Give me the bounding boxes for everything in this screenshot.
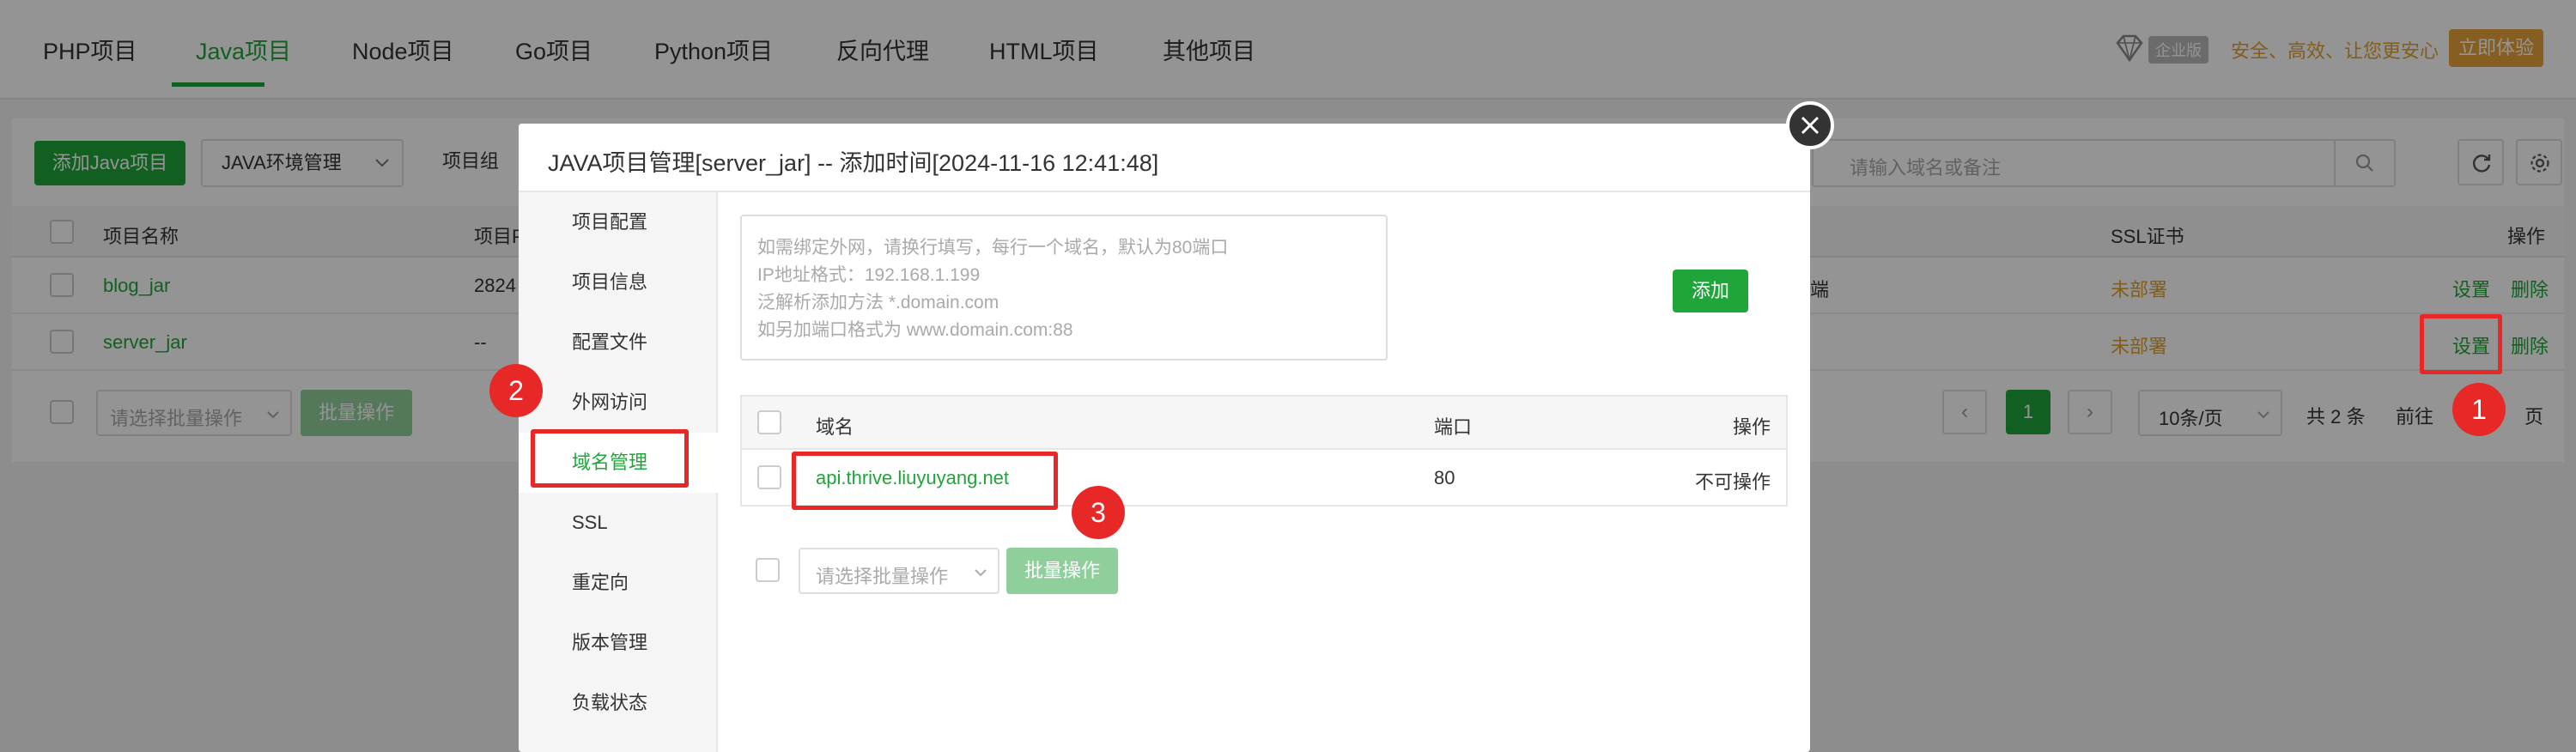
- column-header-domain: 域名: [816, 416, 854, 438]
- modal-batch-checkbox[interactable]: [756, 558, 780, 582]
- domain-action-status: 不可操作: [1695, 471, 1771, 493]
- highlight-settings-link: [2420, 314, 2502, 374]
- highlight-domain-link: [792, 452, 1058, 510]
- add-domain-button[interactable]: 添加: [1673, 270, 1748, 312]
- side-item-project-config[interactable]: 项目配置: [519, 192, 718, 252]
- textarea-placeholder-line: 如需绑定外网，请换行填写，每行一个域名，默认为80端口: [757, 238, 1229, 258]
- close-icon: [1801, 116, 1820, 135]
- side-item-load-status[interactable]: 负载状态: [519, 673, 718, 733]
- modal-title: JAVA项目管理[server_jar] -- 添加时间[2024-11-16 …: [548, 150, 1159, 176]
- step-badge-2: 2: [489, 364, 543, 417]
- domain-port: 80: [1434, 467, 1455, 488]
- modal-close-button[interactable]: [1786, 101, 1834, 149]
- textarea-placeholder-line: 如另加端口格式为 www.domain.com:88: [757, 320, 1073, 340]
- side-item-version-manage[interactable]: 版本管理: [519, 613, 718, 673]
- side-item-project-info[interactable]: 项目信息: [519, 252, 718, 312]
- java-project-manage-modal: JAVA项目管理[server_jar] -- 添加时间[2024-11-16 …: [519, 124, 1810, 752]
- side-item-redirect[interactable]: 重定向: [519, 553, 718, 613]
- step-badge-1: 1: [2452, 383, 2506, 436]
- side-item-ssl[interactable]: SSL: [519, 493, 718, 553]
- side-item-external-access[interactable]: 外网访问: [519, 373, 718, 433]
- column-header-port: 端口: [1434, 416, 1473, 438]
- domain-table-header: 域名 端口 操作: [740, 395, 1788, 450]
- domain-select-all-checkbox[interactable]: [757, 410, 781, 434]
- textarea-placeholder-line: IP地址格式：192.168.1.199: [757, 265, 981, 285]
- highlight-domain-manage: [531, 429, 689, 488]
- modal-batch-placeholder: 请选择批量操作: [816, 566, 949, 587]
- modal-batch-select[interactable]: 请选择批量操作: [799, 548, 999, 594]
- modal-header: JAVA项目管理[server_jar] -- 添加时间[2024-11-16 …: [519, 124, 1810, 192]
- modal-batch-button[interactable]: 批量操作: [1006, 548, 1118, 594]
- side-item-config-file[interactable]: 配置文件: [519, 312, 718, 373]
- chevron-down-icon: [975, 569, 987, 577]
- column-header-action: 操作: [1733, 416, 1771, 438]
- step-badge-3: 3: [1072, 486, 1125, 539]
- domain-input-textarea[interactable]: 如需绑定外网，请换行填写，每行一个域名，默认为80端口 IP地址格式：192.1…: [740, 215, 1388, 361]
- textarea-placeholder-line: 泛解析添加方法 *.domain.com: [757, 293, 999, 312]
- domain-row-checkbox[interactable]: [757, 465, 781, 489]
